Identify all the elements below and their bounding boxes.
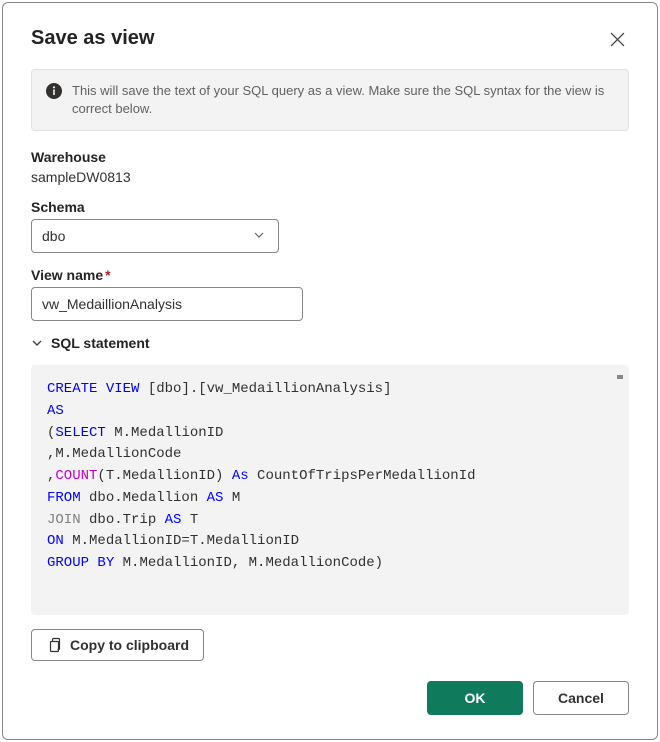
copy-label: Copy to clipboard bbox=[70, 637, 189, 653]
viewname-label: View name* bbox=[31, 267, 629, 283]
schema-select[interactable]: dbo bbox=[31, 219, 279, 253]
chevron-down-icon bbox=[31, 337, 43, 349]
ok-button[interactable]: OK bbox=[427, 681, 523, 715]
warehouse-label: Warehouse bbox=[31, 149, 629, 165]
info-banner: This will save the text of your SQL quer… bbox=[31, 69, 629, 131]
copy-to-clipboard-button[interactable]: Copy to clipboard bbox=[31, 629, 204, 661]
sql-statement-toggle[interactable]: SQL statement bbox=[31, 335, 629, 351]
dialog-title: Save as view bbox=[31, 27, 154, 50]
viewname-input[interactable] bbox=[31, 287, 303, 321]
info-text: This will save the text of your SQL quer… bbox=[72, 82, 614, 118]
sql-statement-label: SQL statement bbox=[51, 335, 150, 351]
dialog-header: Save as view bbox=[31, 27, 629, 51]
info-icon bbox=[46, 82, 62, 102]
cancel-button[interactable]: Cancel bbox=[533, 681, 629, 715]
dialog-footer: OK Cancel bbox=[31, 681, 629, 715]
close-icon bbox=[610, 32, 625, 47]
scrollbar-indicator[interactable] bbox=[617, 375, 623, 379]
save-as-view-dialog: Save as view This will save the text of … bbox=[2, 2, 658, 740]
copy-icon bbox=[46, 637, 62, 653]
sql-statement-box[interactable]: CREATE VIEW [dbo].[vw_MedaillionAnalysis… bbox=[31, 365, 629, 614]
close-button[interactable] bbox=[605, 27, 629, 51]
schema-label: Schema bbox=[31, 199, 629, 215]
warehouse-value: sampleDW0813 bbox=[31, 169, 629, 185]
